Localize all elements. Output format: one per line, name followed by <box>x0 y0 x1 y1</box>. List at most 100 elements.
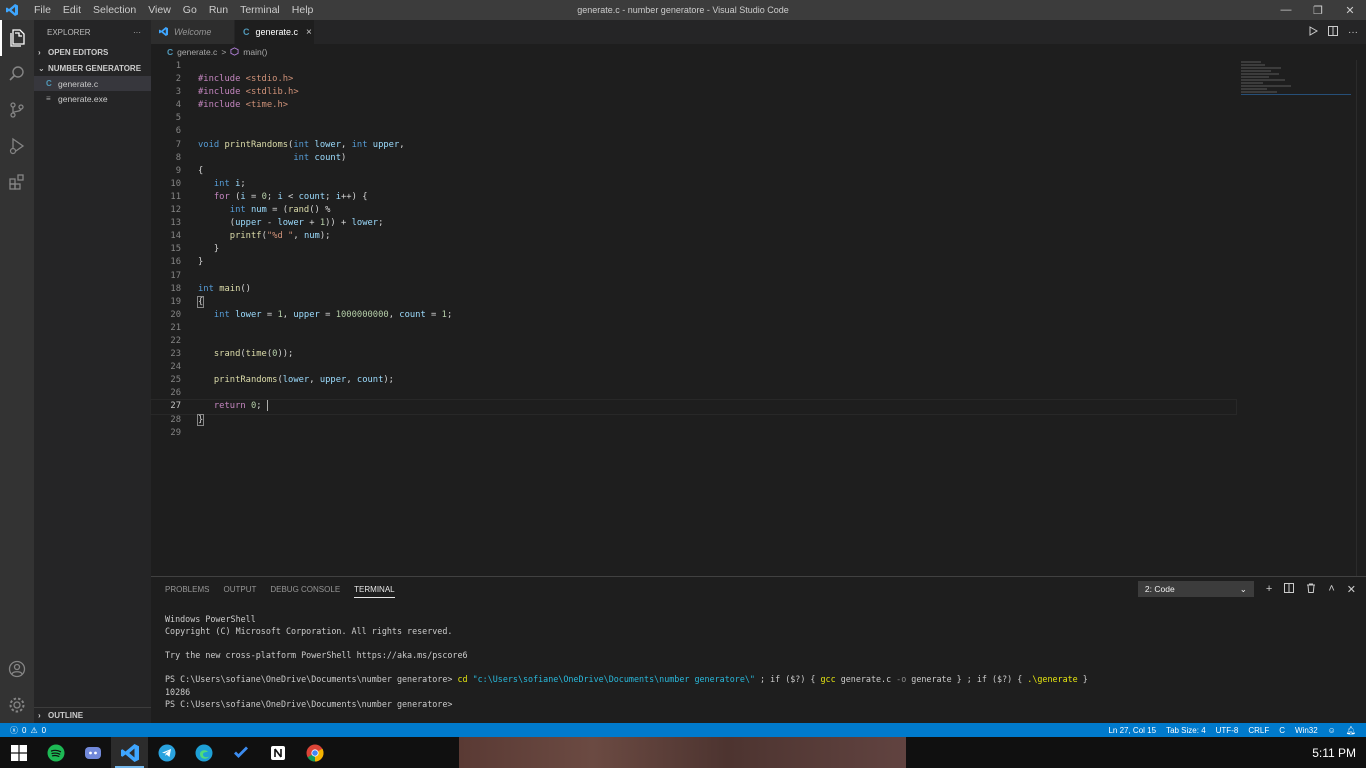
close-panel-icon[interactable]: ✕ <box>1347 583 1356 596</box>
chevron-down-icon: ⌄ <box>38 63 45 73</box>
code-token: lower <box>277 218 304 229</box>
code-token: return <box>213 401 246 412</box>
todo-icon[interactable] <box>222 737 259 768</box>
line-number: 27 <box>170 401 181 412</box>
terminal-output[interactable]: Windows PowerShell Copyright (C) Microso… <box>165 613 1088 710</box>
restore-button[interactable]: ❐ <box>1302 0 1334 20</box>
breadcrumb-file[interactable]: generate.c <box>177 47 217 57</box>
windows-start-icon[interactable] <box>0 737 37 768</box>
outline-section[interactable]: › OUTLINE <box>34 707 151 723</box>
line-number: 16 <box>170 257 181 268</box>
breadcrumb-symbol[interactable]: main() <box>243 47 267 57</box>
maximize-panel-icon[interactable]: ˄ <box>1328 583 1334 595</box>
menu-help[interactable]: Help <box>286 0 320 20</box>
menu-run[interactable]: Run <box>203 0 234 20</box>
more-actions-icon[interactable]: ··· <box>133 28 141 37</box>
terminal-prompt: PS C:\Users\sofiane\OneDrive\Documents\n… <box>165 674 458 685</box>
cursor-position[interactable]: Ln 27, Col 15 <box>1108 726 1156 735</box>
terminal-line: Copyright (C) Microsoft Corporation. All… <box>165 626 453 637</box>
code-token: ++) { <box>341 191 368 202</box>
terminal-token: -o <box>896 674 907 685</box>
vscode-icon[interactable] <box>111 737 148 768</box>
tab-welcome[interactable]: Welcome <box>151 20 235 44</box>
tab-terminal[interactable]: TERMINAL <box>354 581 395 598</box>
discord-icon[interactable] <box>74 737 111 768</box>
close-icon[interactable]: × <box>306 27 312 38</box>
menu-terminal[interactable]: Terminal <box>234 0 286 20</box>
problems-indicator[interactable]: ⓧ 0 ⚠ 0 <box>0 725 46 736</box>
explorer-header: EXPLORER ··· <box>34 20 151 44</box>
bell-icon[interactable]: 🔔︎ <box>1346 726 1356 735</box>
status-right: Ln 27, Col 15 Tab Size: 4 UTF-8 CRLF C W… <box>1108 723 1356 737</box>
code-line: 8 int count) <box>151 152 1236 165</box>
feedback-icon[interactable]: ☺ <box>1328 726 1336 735</box>
code-line: 6 <box>151 125 1236 138</box>
terminal-line: 10286 <box>165 686 191 697</box>
explorer-icon[interactable] <box>0 20 34 56</box>
line-number: 20 <box>170 309 181 320</box>
menu-file[interactable]: File <box>28 0 57 20</box>
editor-tabs: Welcome C generate.c × ··· <box>151 20 1366 44</box>
tab-label: generate.c <box>255 27 299 37</box>
split-terminal-icon[interactable] <box>1284 582 1295 596</box>
new-terminal-icon[interactable]: + <box>1266 583 1272 595</box>
platform[interactable]: Win32 <box>1295 726 1318 735</box>
source-control-icon[interactable] <box>0 92 34 128</box>
gear-icon[interactable] <box>0 687 34 723</box>
line-number: 11 <box>170 191 181 202</box>
minimize-button[interactable]: — <box>1270 0 1302 20</box>
language-mode[interactable]: C <box>1279 726 1285 735</box>
extensions-icon[interactable] <box>0 164 34 200</box>
terminal-select[interactable]: 2: Code ⌄ <box>1137 581 1254 597</box>
menu-edit[interactable]: Edit <box>57 0 87 20</box>
terminal-token: } <box>1077 674 1088 685</box>
code-token: void <box>198 139 220 150</box>
tab-size[interactable]: Tab Size: 4 <box>1166 726 1206 735</box>
folder-label: NUMBER GENERATORE <box>48 63 142 73</box>
tab-generate-c[interactable]: C generate.c × <box>235 20 315 44</box>
code-token: <stdlib.h> <box>245 87 299 98</box>
code-token: = <box>261 309 278 320</box>
code-line: 26 <box>151 387 1236 400</box>
run-debug-icon[interactable] <box>0 128 34 164</box>
terminal-token: generate } ; if ($?) { <box>906 674 1028 685</box>
file-item-generate-exe[interactable]: ≡ generate.exe <box>34 91 151 106</box>
trash-icon[interactable] <box>1306 583 1316 596</box>
encoding[interactable]: UTF-8 <box>1216 726 1239 735</box>
folder-section[interactable]: ⌄ NUMBER GENERATORE <box>34 60 151 76</box>
menu-view[interactable]: View <box>142 0 177 20</box>
account-icon[interactable] <box>0 651 34 687</box>
spotify-icon[interactable] <box>37 737 74 768</box>
split-editor-icon[interactable] <box>1328 25 1338 39</box>
code-token: ; <box>378 218 384 229</box>
telegram-icon[interactable] <box>148 737 185 768</box>
line-ending[interactable]: CRLF <box>1248 726 1269 735</box>
run-icon[interactable] <box>1308 25 1319 39</box>
code-token: lower <box>282 375 310 386</box>
minimap[interactable] <box>1241 60 1353 120</box>
chevron-right-icon: › <box>38 47 41 57</box>
open-editors-section[interactable]: › OPEN EDITORS <box>34 44 151 60</box>
tab-problems[interactable]: PROBLEMS <box>165 585 209 594</box>
line-number: 18 <box>170 283 181 294</box>
close-window-button[interactable]: ✕ <box>1334 0 1366 20</box>
code-line: 25 printRandoms(lower, upper, count); <box>151 374 1236 387</box>
chrome-icon[interactable] <box>296 737 333 768</box>
code-editor[interactable]: 1 2 #include <stdio.h> 3 #include <stdlib.… <box>150 60 1237 440</box>
menu-go[interactable]: Go <box>177 0 203 20</box>
clock[interactable]: 5:11 PM <box>1312 737 1356 768</box>
error-icon: ⓧ <box>10 725 18 735</box>
more-actions-icon[interactable]: ··· <box>1348 27 1358 38</box>
code-line: 16} <box>151 256 1236 269</box>
tab-debug-console[interactable]: DEBUG CONSOLE <box>270 585 340 594</box>
code-token: + <box>303 218 320 229</box>
edge-icon[interactable] <box>185 737 222 768</box>
editor-scrollbar[interactable] <box>1356 60 1366 576</box>
search-icon[interactable] <box>0 56 34 92</box>
line-number: 5 <box>175 113 181 124</box>
notion-icon[interactable] <box>259 737 296 768</box>
menu-selection[interactable]: Selection <box>87 0 142 20</box>
file-item-generate-c[interactable]: C generate.c <box>34 76 151 91</box>
tab-output[interactable]: OUTPUT <box>223 585 256 594</box>
